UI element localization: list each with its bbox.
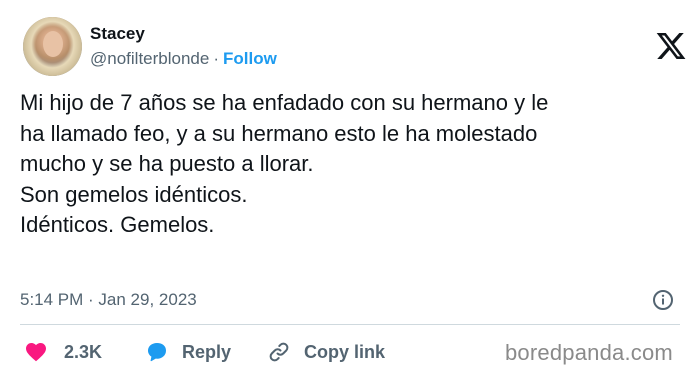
tweet-line: Mi hijo de 7 años se ha enfadado con su …: [20, 90, 549, 115]
x-logo-icon[interactable]: [652, 30, 690, 62]
tweet-line: Idénticos. Gemelos.: [20, 212, 215, 237]
copy-link-label: Copy link: [304, 341, 386, 362]
separator-dot: ·: [213, 49, 220, 68]
tweet-line: mucho y se ha puesto a llorar.: [20, 151, 314, 176]
author-handle[interactable]: @nofilterblonde: [90, 49, 209, 68]
avatar[interactable]: [23, 17, 82, 76]
timestamp-row: 5:14 PM · Jan 29, 2023: [20, 288, 685, 312]
reply-button[interactable]: Reply: [144, 338, 231, 366]
author-block: Stacey @nofilterblonde · Follow: [90, 24, 277, 69]
follow-button[interactable]: Follow: [223, 49, 277, 68]
watermark: boredpanda.com: [505, 340, 673, 365]
divider: [20, 324, 680, 325]
heart-icon: [26, 343, 46, 362]
tweet-line: ha llamado feo, y a su hermano esto le h…: [20, 120, 538, 146]
timestamp[interactable]: 5:14 PM · Jan 29, 2023: [20, 290, 197, 310]
tweet-text: Mi hijo de 7 años se ha enfadado con su …: [20, 88, 685, 241]
copy-link-button[interactable]: Copy link: [266, 338, 385, 366]
like-button[interactable]: 2.3K: [23, 338, 102, 366]
display-name[interactable]: Stacey: [90, 24, 277, 44]
tweet-header: Stacey @nofilterblonde · Follow: [20, 14, 690, 80]
link-icon: [269, 342, 289, 362]
reply-bubble-icon: [148, 343, 166, 362]
reply-label: Reply: [182, 341, 232, 362]
info-icon[interactable]: [651, 288, 675, 312]
tweet-card: Stacey @nofilterblonde · Follow Mi hijo de…: [0, 0, 700, 379]
handle-row: @nofilterblonde · Follow: [90, 49, 277, 69]
like-count: 2.3K: [64, 341, 103, 362]
tweet-line: Son gemelos idénticos.: [20, 181, 248, 207]
